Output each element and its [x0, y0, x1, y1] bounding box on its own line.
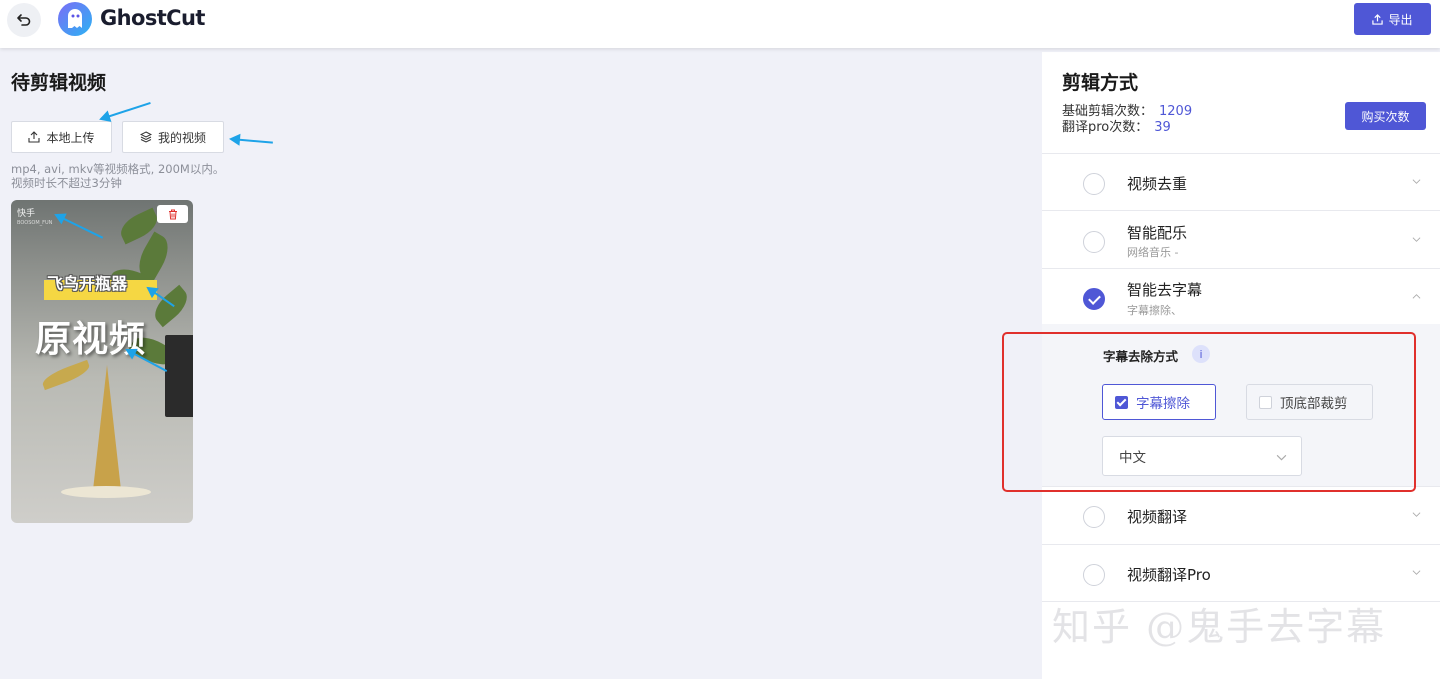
- checkbox-unchecked-icon: [1259, 395, 1272, 409]
- translate-pro-count-value: 39: [1154, 120, 1171, 135]
- option-radio[interactable]: [1083, 173, 1105, 195]
- local-upload-button[interactable]: 本地上传: [11, 121, 112, 153]
- layers-icon: [139, 131, 152, 143]
- brand-name: GhostCut: [100, 6, 205, 30]
- option-radio[interactable]: [1083, 231, 1105, 253]
- option-label: 智能去字幕: [1127, 281, 1203, 299]
- top-bar: GhostCut 导出: [0, 0, 1440, 48]
- plant-pot: [165, 335, 193, 417]
- option-sub: 字幕擦除、: [1127, 304, 1182, 317]
- checkbox-checked-icon: [1115, 395, 1128, 409]
- edit-mode-panel: 剪辑方式 基础剪辑次数： 1209 翻译pro次数： 39 购买次数 视频去重 智能…: [1042, 52, 1440, 679]
- chevron-down-icon: [1412, 512, 1421, 517]
- annotation-arrow: [100, 101, 151, 120]
- chevron-down-icon: [1412, 179, 1421, 184]
- page-title: 待剪辑视频: [11, 72, 107, 94]
- option-video-translate[interactable]: 视频翻译: [1042, 486, 1440, 544]
- option-smart-music[interactable]: 智能配乐 网络音乐 -: [1042, 210, 1440, 268]
- translate-pro-count: 翻译pro次数： 39: [1062, 116, 1171, 135]
- option-radio[interactable]: [1083, 564, 1105, 586]
- option-sub: 网络音乐 -: [1127, 246, 1179, 259]
- chevron-down-icon: [1412, 237, 1421, 242]
- my-videos-button[interactable]: 我的视频: [122, 121, 224, 153]
- caption-text: 飞鸟开瓶器: [47, 274, 128, 293]
- subtitle-erase-label: 字幕擦除: [1136, 396, 1190, 412]
- back-arrow-icon: [17, 14, 31, 26]
- ghostcut-logo-icon: [58, 2, 92, 36]
- watermark-subtext: BOOSOM_FUN: [17, 220, 53, 226]
- panel-title: 剪辑方式: [1062, 72, 1139, 94]
- chevron-down-icon: [1276, 454, 1287, 461]
- translate-pro-count-label: 翻译pro次数：: [1062, 120, 1149, 135]
- chevron-down-icon: [1412, 570, 1421, 575]
- option-label: 视频翻译: [1127, 508, 1188, 526]
- top-bottom-crop-label: 顶底部裁剪: [1280, 396, 1348, 412]
- option-label: 视频去重: [1127, 175, 1188, 193]
- upload-icon: [28, 131, 41, 143]
- gold-cone: [93, 365, 121, 490]
- option-label: 智能配乐: [1127, 224, 1188, 242]
- gold-blade: [40, 359, 92, 391]
- annotation-arrow: [230, 138, 273, 144]
- buy-credits-button[interactable]: 购买次数: [1345, 102, 1426, 130]
- export-icon: [1372, 13, 1384, 25]
- export-label: 导出: [1388, 12, 1413, 27]
- back-button[interactable]: [7, 3, 41, 37]
- option-label: 视频翻译Pro: [1127, 566, 1211, 584]
- option-radio-checked[interactable]: [1083, 288, 1105, 310]
- subtitle-removal-settings: 字幕去除方式 i 字幕擦除 顶底部裁剪 中文: [1042, 324, 1440, 486]
- my-videos-label: 我的视频: [157, 130, 206, 145]
- chevron-up-icon: [1412, 294, 1421, 299]
- video-thumbnail[interactable]: 快手 BOOSOM_FUN 飞鸟开瓶器 原视频: [11, 200, 193, 523]
- delete-video-button[interactable]: [157, 205, 188, 223]
- option-radio[interactable]: [1083, 506, 1105, 528]
- kuaishou-watermark: 快手: [17, 209, 36, 219]
- removal-method-title: 字幕去除方式: [1103, 349, 1179, 364]
- duration-hint: 视频时长不超过3分钟: [11, 176, 122, 190]
- top-bottom-crop-checkbox[interactable]: 顶底部裁剪: [1246, 384, 1373, 420]
- subtitle-erase-checkbox[interactable]: 字幕擦除: [1102, 384, 1216, 420]
- language-select[interactable]: 中文: [1102, 436, 1302, 476]
- zhihu-watermark: 知乎 @鬼手去字幕: [1052, 605, 1387, 649]
- local-upload-label: 本地上传: [46, 130, 95, 145]
- language-value: 中文: [1119, 450, 1146, 466]
- info-icon[interactable]: i: [1192, 345, 1210, 363]
- stand-base: [61, 486, 151, 498]
- trash-icon: [168, 209, 177, 219]
- option-video-translate-pro[interactable]: 视频翻译Pro: [1042, 544, 1440, 602]
- export-button[interactable]: 导出: [1354, 3, 1431, 35]
- option-video-dedup[interactable]: 视频去重: [1042, 153, 1440, 211]
- option-remove-subtitles[interactable]: 智能去字幕 字幕擦除、: [1042, 268, 1440, 326]
